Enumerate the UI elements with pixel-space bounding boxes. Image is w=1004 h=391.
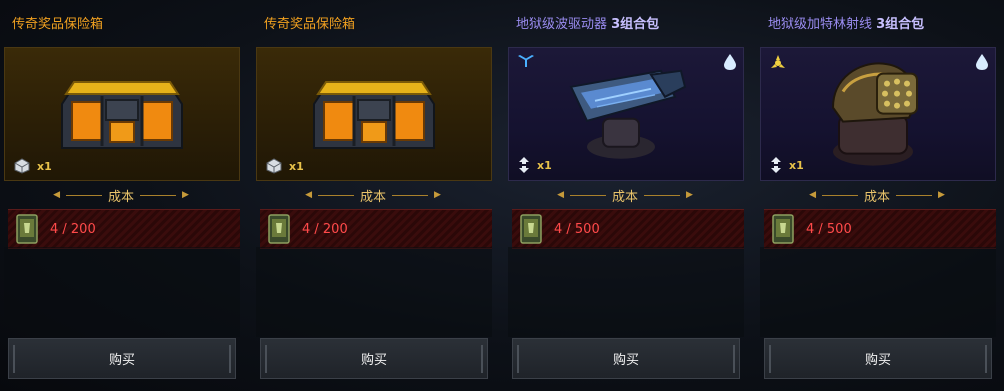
shop-offers: 传奇奖品保险箱 x1 ◀ 成本 ▶ 4 / 200 购买 传奇奖品保险箱 x1 … [0,0,1004,391]
quantity: x1 [265,158,304,174]
quantity: x1 [13,158,52,174]
quantity: x1 [769,156,804,174]
divider [644,194,680,196]
upgrade-arrows-icon [519,157,529,173]
upgrade-arrows-icon [771,157,781,173]
item-preview[interactable]: x1 [760,47,996,181]
quantity-value: x1 [537,158,552,172]
cost-header: ◀ 成本 ▶ [504,186,746,205]
divider [65,194,102,196]
quantity-value: x1 [37,159,52,173]
right-arrow-icon: ▶ [434,190,441,200]
offer-title: 地狱级加特林射线 3组合包 [768,13,924,32]
gatling-ray-weapon-icon [831,62,919,166]
card-body [256,247,492,337]
item-preview[interactable]: x1 [4,47,240,181]
cost-amount: 4 / 200 [302,221,348,237]
wave-driver-weapon-icon [569,69,687,159]
cost-amount: 4 / 200 [50,221,96,237]
resource-card-icon [520,214,542,244]
divider [896,194,932,196]
offer-title: 传奇奖品保险箱 [264,13,355,32]
divider [569,194,606,196]
quantity-value: x1 [289,159,304,173]
cost-header: ◀ 成本 ▶ [756,186,998,205]
resource-card-icon [16,214,38,244]
right-arrow-icon: ▶ [182,190,189,200]
cost-label: 成本 [107,189,134,205]
cost-amount: 4 / 500 [554,221,600,237]
cost-row: 4 / 200 [260,209,492,249]
divider [821,194,858,196]
left-arrow-icon: ◀ [53,190,60,200]
cost-row: 4 / 200 [8,209,240,249]
weapon-class-icon [771,55,785,68]
offer-title-suffix: 3组合包 [611,17,660,32]
droplet-icon [724,54,736,70]
offer-card-1: 传奇奖品保险箱 x1 ◀ 成本 ▶ 4 / 200 购买 [0,0,242,391]
right-arrow-icon: ▶ [938,190,945,200]
cost-header: ◀ 成本 ▶ [252,186,494,205]
box-icon [266,158,282,174]
left-arrow-icon: ◀ [557,190,564,200]
cost-label: 成本 [863,189,890,205]
cost-row: 4 / 500 [512,209,744,249]
buy-button[interactable]: 购买 [764,338,992,379]
card-body [760,247,996,337]
offer-title-text: 地狱级波驱动器 [516,17,612,32]
offer-card-2: 传奇奖品保险箱 x1 ◀ 成本 ▶ 4 / 200 购买 [252,0,494,391]
divider [392,194,428,196]
buy-button[interactable]: 购买 [8,338,236,379]
card-body [508,247,744,337]
offer-title-text: 传奇奖品保险箱 [12,17,104,32]
cost-header: ◀ 成本 ▶ [0,186,242,205]
offer-title: 传奇奖品保险箱 [12,13,103,32]
card-body [4,247,240,337]
offer-title: 地狱级波驱动器 3组合包 [516,13,659,32]
right-arrow-icon: ▶ [686,190,693,200]
buy-button[interactable]: 购买 [260,338,488,379]
resource-card-icon [268,214,290,244]
left-arrow-icon: ◀ [305,190,312,200]
quantity-value: x1 [789,158,804,172]
weapon-class-icon [518,55,534,67]
resource-card-icon [772,214,794,244]
item-preview[interactable]: x1 [508,47,744,181]
legendary-chest-icon [313,81,435,149]
offer-card-4: 地狱级加特林射线 3组合包 x1 ◀ 成本 ▶ 4 / 500 购买 [756,0,998,391]
droplet-icon [976,54,988,70]
offer-title-suffix: 3组合包 [876,17,925,32]
offer-card-3: 地狱级波驱动器 3组合包 x1 ◀ 成本 ▶ 4 / 500 购买 [504,0,746,391]
legendary-chest-icon [61,81,183,149]
offer-title-text: 地狱级加特林射线 [768,17,877,32]
box-icon [14,158,30,174]
cost-label: 成本 [611,189,638,205]
cost-label: 成本 [359,189,386,205]
buy-button[interactable]: 购买 [512,338,740,379]
divider [317,194,354,196]
offer-title-text: 传奇奖品保险箱 [264,17,356,32]
left-arrow-icon: ◀ [809,190,816,200]
cost-amount: 4 / 500 [806,221,852,237]
divider [140,194,176,196]
cost-row: 4 / 500 [764,209,996,249]
item-preview[interactable]: x1 [256,47,492,181]
quantity: x1 [517,156,552,174]
